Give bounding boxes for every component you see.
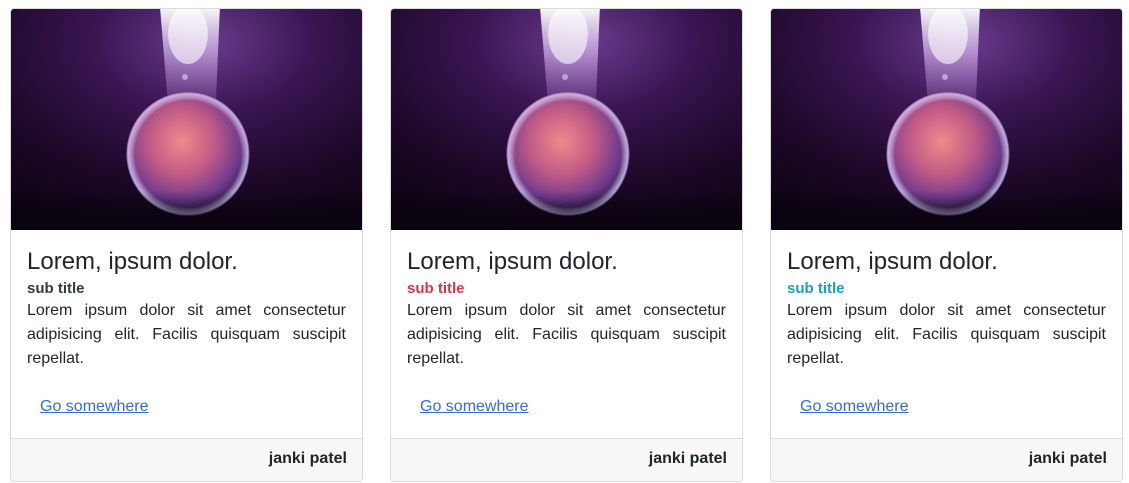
card-title: Lorem, ipsum dolor. [27,248,238,275]
go-somewhere-link[interactable]: Go somewhere [800,398,909,416]
card-subtitle: sub title [407,280,465,297]
planet-nebula-image [771,9,1122,230]
card-body: Lorem, ipsum dolor. sub title Lorem ipsu… [787,230,1106,416]
card-subtitle: sub title [787,280,845,297]
planet-nebula-image [391,9,742,230]
card-text: Lorem ipsum dolor sit amet consectetur a… [27,302,346,367]
card-body: Lorem, ipsum dolor. sub title Lorem ipsu… [27,230,346,416]
planet-nebula-image [11,9,362,230]
card-subtitle: sub title [27,280,85,297]
go-somewhere-link[interactable]: Go somewhere [40,398,149,416]
card-title: Lorem, ipsum dolor. [787,248,998,275]
card-1: Lorem, ipsum dolor. sub title Lorem ipsu… [10,8,363,482]
card-footer: janki patel [391,438,742,481]
card-text: Lorem ipsum dolor sit amet consectetur a… [407,302,726,367]
card-title: Lorem, ipsum dolor. [407,248,618,275]
card-footer: janki patel [11,438,362,481]
card-2: Lorem, ipsum dolor. sub title Lorem ipsu… [390,8,743,482]
go-somewhere-link[interactable]: Go somewhere [420,398,529,416]
card-footer: janki patel [771,438,1122,481]
card-body: Lorem, ipsum dolor. sub title Lorem ipsu… [407,230,726,416]
card-text: Lorem ipsum dolor sit amet consectetur a… [787,302,1106,367]
card-3: Lorem, ipsum dolor. sub title Lorem ipsu… [770,8,1123,482]
card-row: Lorem, ipsum dolor. sub title Lorem ipsu… [0,0,1129,483]
